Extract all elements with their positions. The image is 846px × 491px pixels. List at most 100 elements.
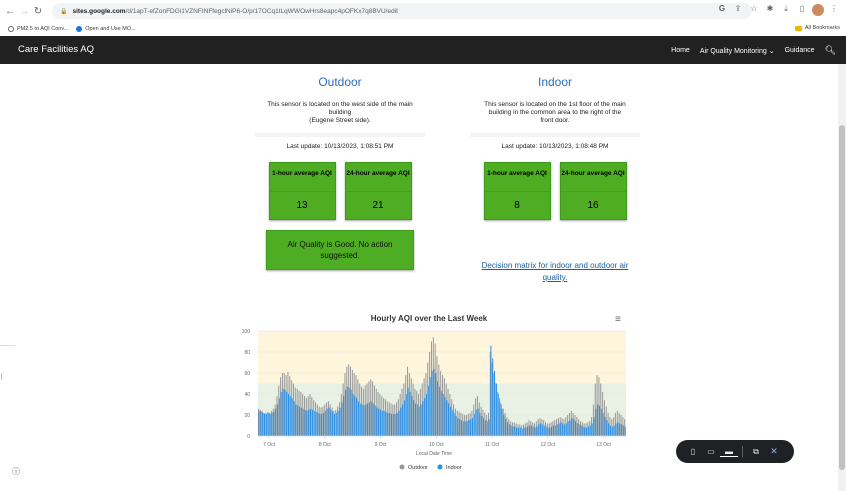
phone-icon[interactable]: ▯ xyxy=(684,447,702,456)
bar-indoor xyxy=(589,425,591,436)
star-icon[interactable]: ☆ xyxy=(748,4,760,18)
outdoor-24hr-card: 24-hour average AQI 21 xyxy=(344,162,412,220)
bar-indoor xyxy=(486,421,488,436)
bar-indoor xyxy=(264,413,266,436)
search-icon[interactable]: 🔍︎ xyxy=(825,45,836,56)
nav-label: Air Quality Monitoring xyxy=(699,47,767,55)
bar-indoor xyxy=(552,425,554,436)
bar-indoor xyxy=(265,413,267,436)
card-label: 24-hour average AQI xyxy=(561,170,625,177)
bar-indoor xyxy=(392,413,394,436)
bar-indoor xyxy=(409,391,411,436)
bar-indoor xyxy=(575,421,577,436)
forward-arrow-icon[interactable]: → xyxy=(18,4,30,18)
bar-indoor xyxy=(453,412,455,436)
reload-icon[interactable]: ↻ xyxy=(32,4,44,18)
bar-indoor xyxy=(525,427,527,436)
bookmark-pm25[interactable]: PM2.5 to AQI Conv... xyxy=(8,26,68,32)
bar-indoor xyxy=(608,423,610,436)
x-tick-label: 13 Oct xyxy=(596,442,611,448)
bar-indoor xyxy=(402,404,404,436)
address-bar[interactable]: 🔒 sites.google.com/d/1apT-efZonFDGi1VZNF… xyxy=(52,3,752,19)
nav-air-quality-monitoring[interactable]: Air Quality Monitoring ⌄ xyxy=(700,47,775,55)
bar-indoor xyxy=(512,426,514,436)
close-preview-button[interactable]: ✕ xyxy=(765,446,783,457)
menu-kebab-icon[interactable]: ⋮ xyxy=(828,4,840,18)
bar-indoor xyxy=(573,419,575,436)
bar-indoor xyxy=(615,423,617,436)
bar-indoor xyxy=(286,391,288,436)
legend-label-indoor: Indoor xyxy=(446,465,462,471)
decision-matrix-link[interactable]: Decision matrix for indoor and outdoor a… xyxy=(470,260,640,284)
bar-indoor xyxy=(306,410,308,436)
bar-indoor xyxy=(324,410,326,436)
bar-indoor xyxy=(385,411,387,436)
globe-icon xyxy=(76,26,83,32)
all-bookmarks-label: All Bookmarks xyxy=(804,25,840,31)
bar-indoor xyxy=(350,389,352,436)
bar-indoor xyxy=(389,412,391,436)
bar-indoor xyxy=(527,426,529,436)
card-value: 8 xyxy=(514,200,520,211)
bar-indoor xyxy=(481,416,483,436)
tablet-icon[interactable]: ▭ xyxy=(702,447,720,456)
download-icon[interactable]: ⤓ xyxy=(780,4,792,18)
bar-indoor xyxy=(365,404,367,436)
bar-indoor xyxy=(506,422,508,436)
sidepanel-icon[interactable]: ▯ xyxy=(796,4,808,18)
bar-indoor xyxy=(420,404,422,436)
bar-indoor xyxy=(495,383,497,436)
bar-indoor xyxy=(532,426,534,436)
bar-indoor xyxy=(335,412,337,436)
url-path: /d/1apT-efZonFDGi1VZNFINFfegclNiP6-O/p/1… xyxy=(125,7,398,15)
nav-home[interactable]: Home xyxy=(671,47,690,54)
bar-indoor xyxy=(459,419,461,436)
bar-indoor xyxy=(466,421,468,436)
avatar[interactable] xyxy=(812,4,824,18)
bar-indoor xyxy=(470,419,472,436)
scrollbar-thumb[interactable] xyxy=(839,125,845,470)
card-value: 21 xyxy=(372,200,384,211)
bar-indoor xyxy=(492,358,494,436)
bar-indoor xyxy=(558,423,560,436)
desc-line: building in the common area to the right… xyxy=(488,109,622,116)
bar-indoor xyxy=(477,408,479,436)
bar-indoor xyxy=(341,402,343,436)
y-tick-label: 40 xyxy=(244,392,250,398)
bar-indoor xyxy=(435,373,437,436)
laptop-icon[interactable]: ▬ xyxy=(720,447,738,457)
back-arrow-icon[interactable]: ← xyxy=(4,4,16,18)
chart-menu-icon[interactable]: ≡ xyxy=(615,314,621,325)
bar-indoor xyxy=(437,381,439,436)
bookmark-mo[interactable]: Open and Use MO... xyxy=(76,26,136,32)
bar-indoor xyxy=(464,421,466,436)
bar-indoor xyxy=(602,412,604,436)
bar-indoor xyxy=(319,413,321,436)
bar-indoor xyxy=(275,408,277,436)
info-icon[interactable]: ⓘ xyxy=(12,466,20,477)
bar-indoor xyxy=(293,401,295,436)
all-bookmarks[interactable]: All Bookmarks xyxy=(794,25,840,31)
extensions-icon[interactable]: ✱ xyxy=(764,4,776,18)
y-tick-label: 60 xyxy=(244,371,250,377)
bar-indoor xyxy=(374,405,376,436)
open-in-new-icon[interactable]: ⧉ xyxy=(747,447,765,457)
bar-indoor xyxy=(438,386,440,436)
url-host: sites.google.com xyxy=(72,7,126,15)
indoor-24hr-card: 24-hour average AQI 16 xyxy=(559,162,627,220)
bar-indoor xyxy=(422,401,424,436)
preview-toolbar: ▯ ▭ ▬ ⧉ ✕ xyxy=(676,440,794,463)
bar-indoor xyxy=(424,398,426,436)
outdoor-section: Outdoor This sensor is located on the we… xyxy=(255,64,425,270)
nav-guidance[interactable]: Guidance xyxy=(785,47,815,54)
share-icon[interactable]: ⇪ xyxy=(732,4,744,18)
google-icon[interactable]: G xyxy=(716,4,728,18)
bar-indoor xyxy=(471,418,473,436)
bar-indoor xyxy=(497,394,499,436)
bar-indoor xyxy=(457,418,459,436)
bar-indoor xyxy=(370,401,372,436)
bar-indoor xyxy=(619,423,621,436)
bar-indoor xyxy=(483,418,485,436)
bar-indoor xyxy=(530,425,532,436)
site-title[interactable]: Care Facilities AQ xyxy=(18,44,94,55)
